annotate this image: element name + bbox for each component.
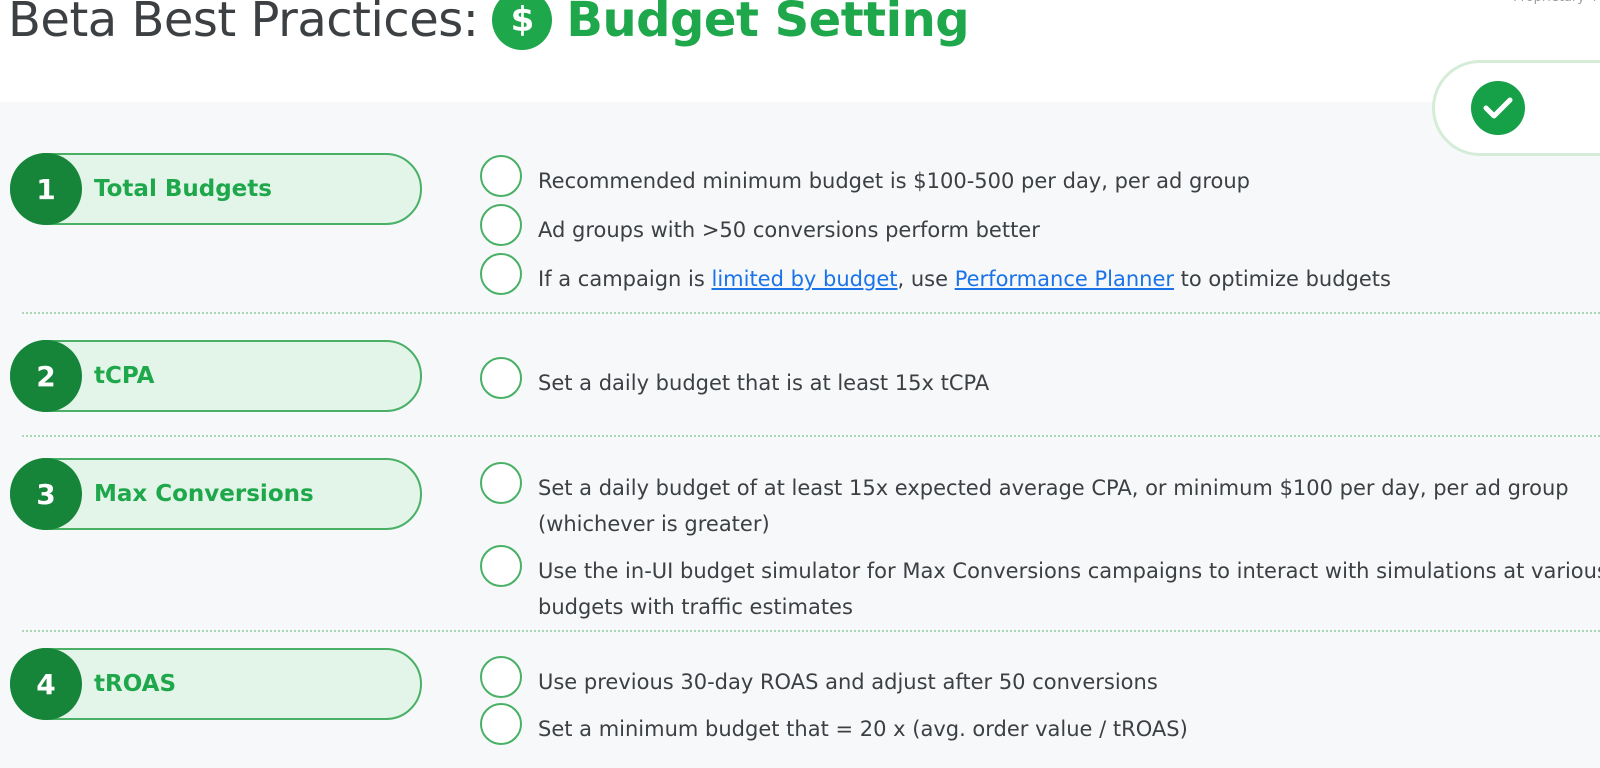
page-title: Beta Best Practices: $ Budget Setting (8, 0, 970, 54)
limited-by-budget-link[interactable]: limited by budget (711, 267, 897, 291)
text-segment: , use (897, 267, 955, 291)
section-number-badge: 4 (10, 648, 82, 720)
section-divider (22, 630, 1600, 632)
item-text: Use the in-UI budget simulator for Max C… (538, 559, 1600, 619)
checkbox-circle[interactable] (480, 253, 522, 295)
section-pill: 4 tROAS (10, 648, 422, 720)
text-segment: If a campaign is (538, 267, 712, 291)
legend-check-pill (1432, 60, 1600, 156)
checkbox-circle[interactable] (480, 155, 522, 197)
item-text: Set a minimum budget that = 20 x (avg. o… (538, 717, 1188, 741)
checkbox-circle[interactable] (480, 703, 522, 745)
item-text: Set a daily budget of at least 15x expec… (538, 476, 1569, 536)
section-number-badge: 2 (10, 340, 82, 412)
section-divider (22, 312, 1600, 314)
checkbox-circle[interactable] (480, 462, 522, 504)
checkbox-circle[interactable] (480, 545, 522, 587)
section-label: tROAS (94, 671, 177, 697)
checkbox-circle[interactable] (480, 357, 522, 399)
text-segment: to optimize budgets (1174, 267, 1391, 291)
title-main: Budget Setting (566, 0, 970, 48)
item-text: If a campaign is limited by budget, use … (538, 261, 1600, 297)
section-pill: 2 tCPA (10, 340, 422, 412)
title-prefix: Beta Best Practices: (8, 0, 479, 48)
section-label: Max Conversions (94, 481, 314, 507)
item-text: Set a daily budget that is at least 15x … (538, 371, 990, 395)
item-text: Ad groups with >50 conversions perform b… (538, 218, 1040, 242)
proprietary-label: Proprietary + (1513, 0, 1600, 5)
section-number-badge: 1 (10, 153, 82, 225)
section-label: tCPA (94, 363, 155, 389)
section-label: Total Budgets (94, 176, 272, 202)
section-number-badge: 3 (10, 458, 82, 530)
section-pill: 3 Max Conversions (10, 458, 422, 530)
section-pill: 1 Total Budgets (10, 153, 422, 225)
section-divider (22, 435, 1600, 437)
dollar-icon: $ (492, 0, 553, 50)
checkmark-icon (1471, 81, 1525, 135)
performance-planner-link[interactable]: Performance Planner (955, 267, 1174, 291)
item-text: Use previous 30-day ROAS and adjust afte… (538, 670, 1158, 694)
checkbox-circle[interactable] (480, 656, 522, 698)
item-text: Recommended minimum budget is $100-500 p… (538, 169, 1251, 193)
checkbox-circle[interactable] (480, 204, 522, 246)
